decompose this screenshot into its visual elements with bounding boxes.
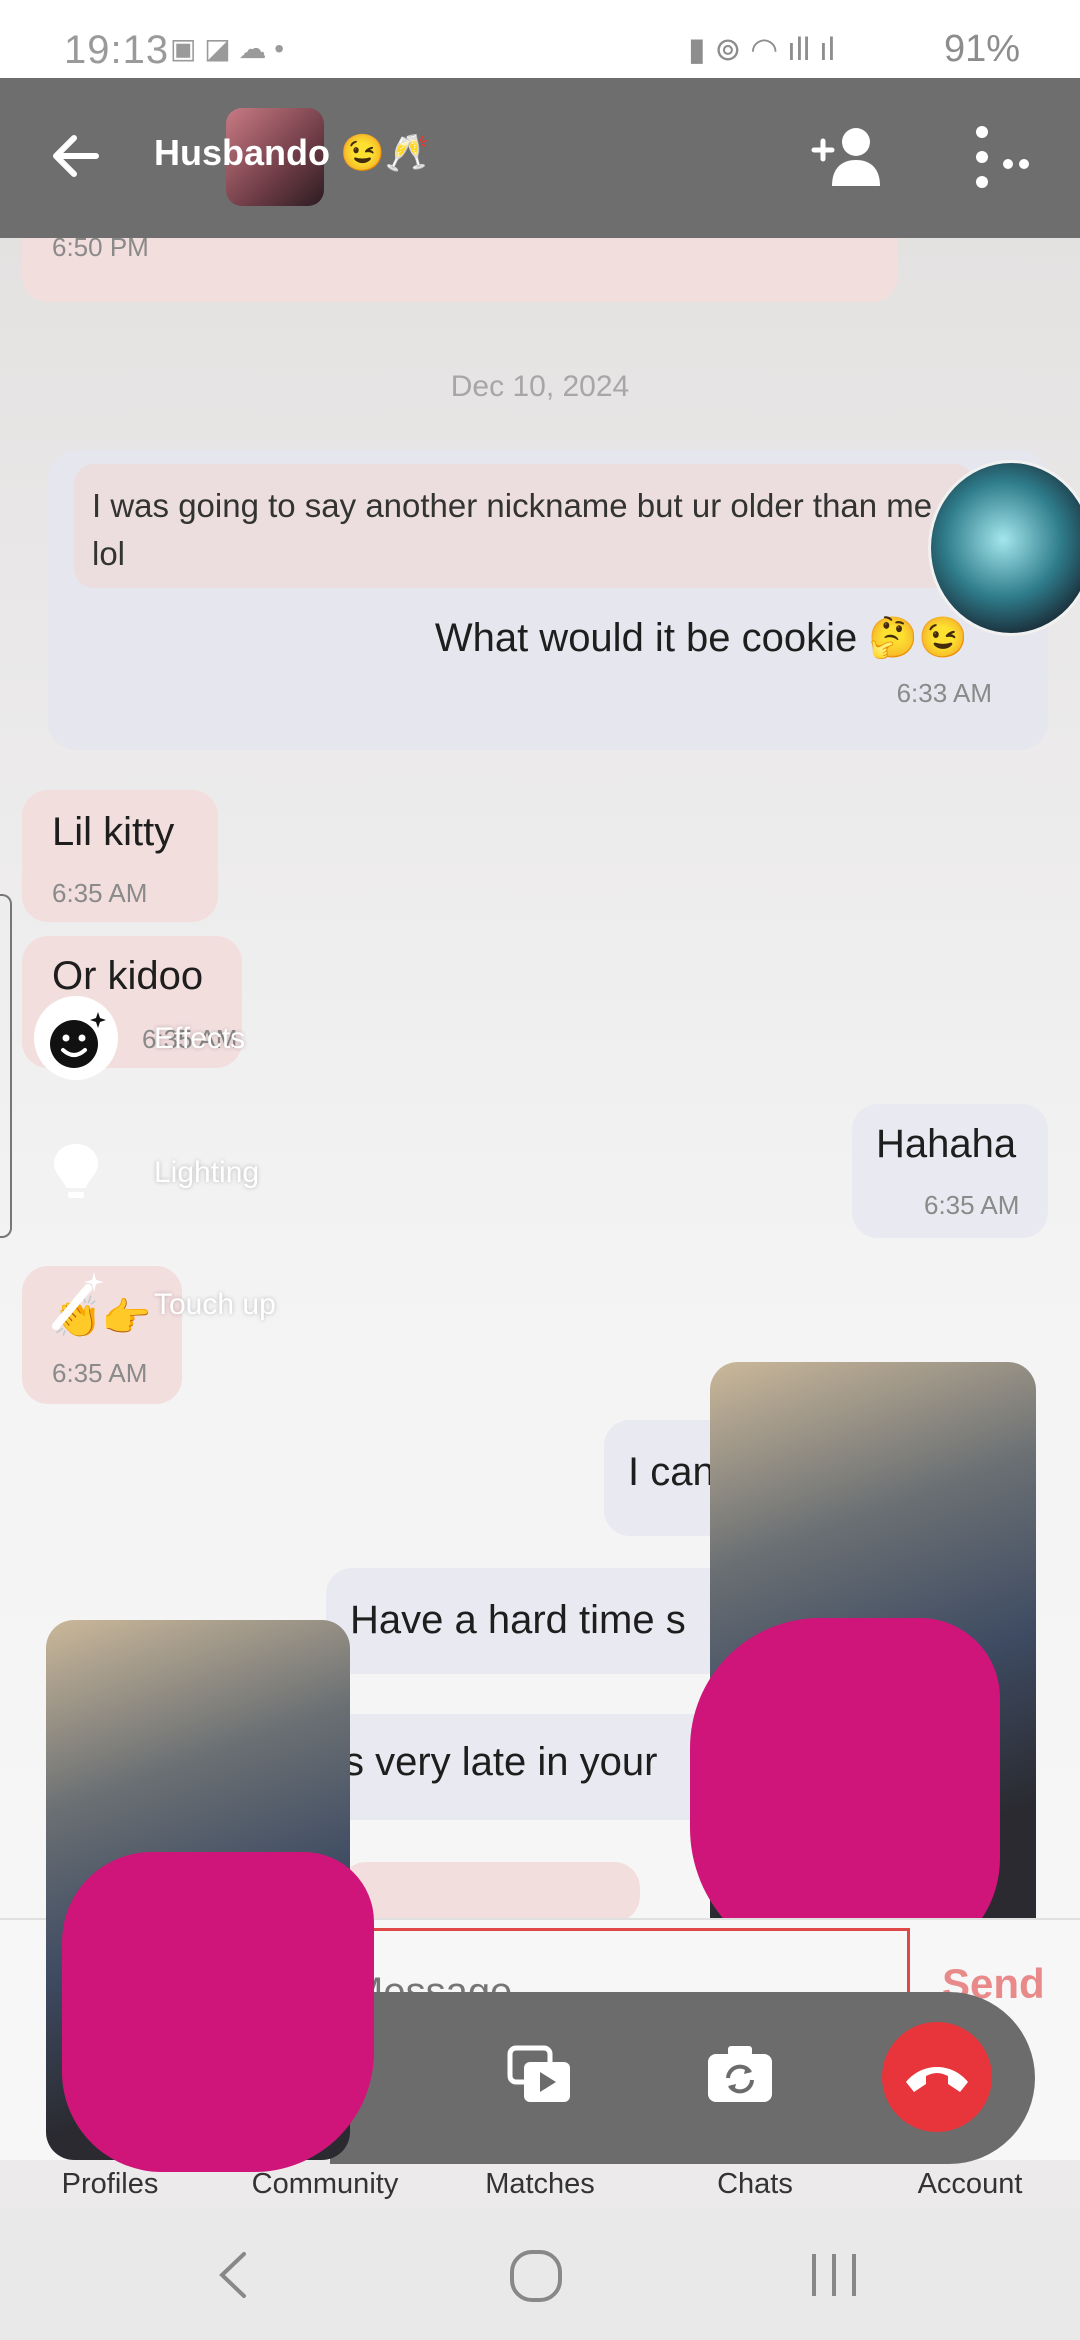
more-options-icon[interactable] <box>968 122 1038 192</box>
system-navigation-bar <box>0 2208 1080 2340</box>
home-nav-icon[interactable] <box>508 2248 564 2304</box>
reply-text: What would it be cookie 🤔😉 <box>434 616 968 660</box>
message-time: 6:33 AM <box>896 678 992 708</box>
nav-chats[interactable]: Chats <box>690 2168 820 2201</box>
reply-message-bubble[interactable]: I was going to say another nickname but … <box>48 450 1048 750</box>
message-text: Have a hard time s <box>350 1598 686 1642</box>
message-text: s very late in your <box>344 1740 658 1784</box>
message-time: 6:35 AM <box>924 1190 1020 1220</box>
signal-icons: ▮ ⊚ ◠ ıll ıl <box>688 31 836 67</box>
switch-media-icon[interactable] <box>500 2038 580 2118</box>
add-user-icon[interactable] <box>810 122 884 192</box>
nav-profiles[interactable]: Profiles <box>40 2168 180 2201</box>
redaction-overlay <box>62 1852 374 2172</box>
previous-message-bubble: 6:50 PM <box>22 238 898 302</box>
date-separator: Dec 10, 2024 <box>450 370 630 403</box>
message-time: 6:35 AM <box>52 1358 148 1388</box>
message-time: 6:50 PM <box>52 238 149 262</box>
nav-matches[interactable]: Matches <box>470 2168 610 2201</box>
lighting-label[interactable]: Lighting <box>154 1156 259 1190</box>
effects-button[interactable] <box>34 996 118 1080</box>
redaction-overlay <box>690 1618 1000 1968</box>
back-arrow-icon[interactable] <box>46 126 106 186</box>
message-text: Lil kitty <box>52 810 175 854</box>
floating-avatar[interactable] <box>928 460 1080 636</box>
notification-icons: ▣ ◪ ☁ • <box>170 33 285 64</box>
bulb-icon[interactable] <box>50 1140 102 1202</box>
effects-label[interactable]: Effects <box>154 1022 245 1056</box>
nav-community[interactable]: Community <box>230 2168 420 2201</box>
quoted-text: I was going to say another nickname but … <box>92 487 933 572</box>
message-bubble[interactable]: Hahaha 6:35 AM <box>852 1104 1048 1238</box>
message-text: Or kidoo <box>52 954 204 998</box>
message-text: Hahaha <box>876 1122 1017 1166</box>
back-nav-icon[interactable] <box>214 2250 254 2300</box>
contact-name[interactable]: Husbando 😉🥂 <box>154 132 430 174</box>
end-call-button[interactable] <box>882 2022 992 2132</box>
nav-account[interactable]: Account <box>900 2168 1040 2201</box>
message-bubble[interactable] <box>340 1862 640 1918</box>
message-time: 6:35 AM <box>52 878 148 908</box>
flip-camera-icon[interactable] <box>700 2036 780 2116</box>
quoted-message: I was going to say another nickname but … <box>74 464 974 588</box>
hang-up-icon <box>906 2067 968 2092</box>
wand-icon[interactable] <box>48 1268 112 1332</box>
status-time: 19:13 <box>64 28 170 72</box>
side-panel-handle[interactable] <box>0 894 12 1238</box>
battery-level: 91% <box>943 28 1020 70</box>
recents-nav-icon[interactable] <box>808 2250 860 2300</box>
chat-header: Husbando 😉🥂 <box>0 78 1080 238</box>
smiley-sparkle-icon <box>50 1012 106 1068</box>
touch-up-label[interactable]: Touch up <box>154 1288 276 1322</box>
status-bar: 19:13 ▣ ◪ ☁ • ▮ ⊚ ◠ ıll ıl 91% <box>0 0 1080 78</box>
message-bubble[interactable]: Lil kitty 6:35 AM <box>22 790 218 922</box>
